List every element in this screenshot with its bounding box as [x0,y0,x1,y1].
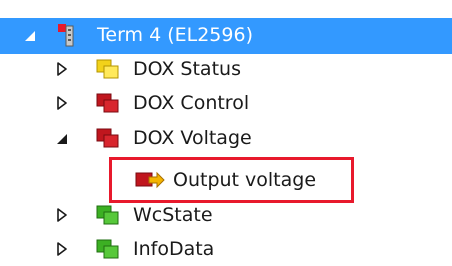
tree-item-dox-voltage[interactable]: DOX Voltage [0,121,452,155]
tree-item-label: DOX Voltage [133,127,252,149]
tree-item-label: DOX Control [133,92,250,114]
expand-arrow-icon[interactable] [54,95,70,111]
terminal-icon [56,24,78,47]
green-variable-group-icon [96,205,119,225]
green-variable-group-icon [96,239,119,259]
tree-root-label: Term 4 (EL2596) [97,24,253,46]
collapse-arrow-icon[interactable] [54,131,70,147]
expand-arrow-icon[interactable] [54,207,70,223]
yellow-variable-group-icon [96,59,119,79]
red-variable-group-icon [96,128,119,148]
tree-item-dox-control[interactable]: DOX Control [0,86,452,120]
tree-item-dox-status[interactable]: DOX Status [0,52,452,86]
tree-item-label: DOX Status [133,58,241,80]
tree-item-label: WcState [133,204,213,226]
tree-item-wcstate[interactable]: WcState [0,198,452,232]
highlight-box [109,157,354,203]
expand-arrow-icon[interactable] [54,241,70,257]
red-variable-group-icon [96,93,119,113]
tree-root-row[interactable]: Term 4 (EL2596) [0,18,452,54]
tree-item-label: InfoData [133,238,215,260]
tree-item-infodata[interactable]: InfoData [0,232,452,266]
expand-arrow-icon[interactable] [54,61,70,77]
collapse-arrow-icon[interactable] [22,28,38,44]
